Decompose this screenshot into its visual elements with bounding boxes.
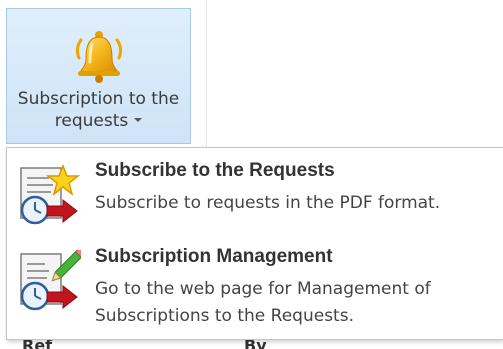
screen: Subscription to the requests Ref By Subs… — [0, 0, 503, 349]
menu-item-description: Go to the web page for Management of Sub… — [95, 279, 431, 326]
menu-item-title: Subscribe to the Requests — [95, 160, 335, 181]
ribbon-button-label-text: Subscription to the requests — [17, 89, 180, 131]
subscription-edit-icon — [20, 250, 81, 311]
menu-item-title: Subscription Management — [95, 246, 333, 267]
menu-item-subscribe[interactable]: Subscribe to the Requests Subscribe to r… — [7, 154, 503, 238]
ribbon: Subscription to the requests — [0, 0, 503, 150]
ribbon-button-label: Subscription to the requests — [7, 88, 190, 132]
subscribe-star-icon — [20, 164, 81, 225]
menu-item-description: Subscribe to requests in the PDF format. — [95, 193, 441, 213]
menu-item-subscription-management[interactable]: Subscription Management Go to the web pa… — [7, 240, 503, 326]
subscription-dropdown-button[interactable]: Subscription to the requests — [6, 8, 191, 144]
bell-icon — [75, 31, 123, 83]
subscription-dropdown-menu: Subscribe to the Requests Subscribe to r… — [6, 147, 503, 340]
ribbon-group-divider — [206, 0, 207, 148]
chevron-down-icon — [134, 118, 143, 122]
